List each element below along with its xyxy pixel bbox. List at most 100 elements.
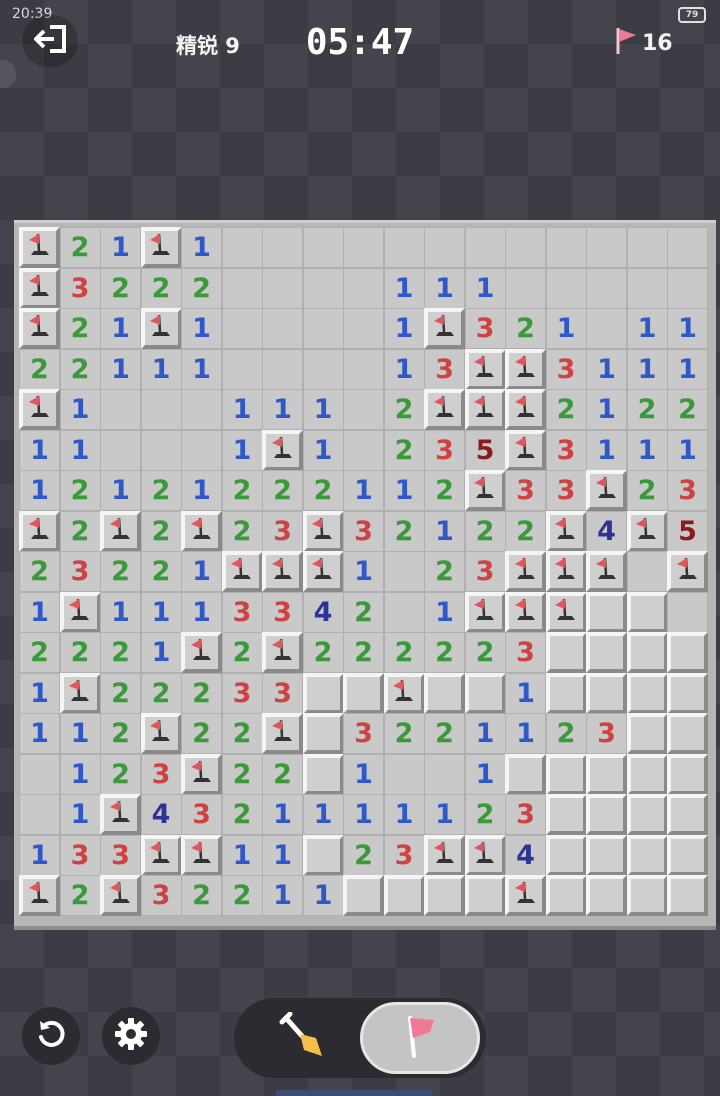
number-cell[interactable]: 3	[59, 267, 101, 309]
empty-cell[interactable]	[100, 429, 141, 471]
exit-button[interactable]	[22, 15, 78, 67]
number-cell[interactable]: 1	[19, 429, 60, 471]
number-cell[interactable]: 1	[667, 348, 708, 390]
empty-cell[interactable]	[505, 227, 546, 268]
number-cell[interactable]: 1	[424, 794, 465, 835]
number-cell[interactable]: 1	[19, 672, 60, 714]
flagged-cell[interactable]	[545, 510, 587, 552]
empty-cell[interactable]	[424, 753, 465, 795]
number-cell[interactable]: 1	[221, 429, 263, 471]
number-cell[interactable]: 1	[343, 794, 384, 835]
empty-cell[interactable]	[626, 551, 668, 592]
flagged-cell[interactable]	[262, 429, 303, 471]
number-cell[interactable]: 1	[424, 510, 465, 552]
number-cell[interactable]: 2	[464, 632, 506, 673]
unrevealed-cell[interactable]	[302, 834, 344, 876]
number-cell[interactable]: 3	[262, 591, 303, 633]
flagged-cell[interactable]	[545, 591, 587, 633]
flagged-cell[interactable]	[383, 672, 425, 714]
number-cell[interactable]: 1	[302, 389, 344, 430]
unrevealed-cell[interactable]	[626, 753, 668, 795]
number-cell[interactable]: 2	[221, 753, 263, 795]
number-cell[interactable]: 3	[667, 470, 708, 511]
number-cell[interactable]: 3	[505, 632, 546, 673]
number-cell[interactable]: 1	[100, 470, 141, 511]
number-cell[interactable]: 2	[181, 875, 222, 916]
number-cell[interactable]: 3	[505, 794, 546, 835]
number-cell[interactable]: 1	[181, 551, 222, 592]
flagged-cell[interactable]	[140, 227, 182, 268]
flagged-cell[interactable]	[262, 551, 303, 592]
number-cell[interactable]: 2	[100, 551, 141, 592]
number-cell[interactable]: 2	[505, 308, 546, 349]
empty-cell[interactable]	[343, 267, 384, 309]
number-cell[interactable]: 1	[383, 348, 425, 390]
number-cell[interactable]: 3	[140, 753, 182, 795]
number-cell[interactable]: 4	[140, 794, 182, 835]
empty-cell[interactable]	[626, 227, 668, 268]
number-cell[interactable]: 3	[59, 834, 101, 876]
number-cell[interactable]: 2	[383, 429, 425, 471]
unrevealed-cell[interactable]	[626, 672, 668, 714]
unrevealed-cell[interactable]	[586, 794, 627, 835]
flagged-cell[interactable]	[140, 834, 182, 876]
number-cell[interactable]: 1	[140, 591, 182, 633]
unrevealed-cell[interactable]	[302, 713, 344, 754]
number-cell[interactable]: 1	[19, 834, 60, 876]
unrevealed-cell[interactable]	[545, 753, 587, 795]
number-cell[interactable]: 2	[302, 470, 344, 511]
number-cell[interactable]: 1	[343, 470, 384, 511]
empty-cell[interactable]	[140, 429, 182, 471]
number-cell[interactable]: 2	[140, 470, 182, 511]
number-cell[interactable]: 1	[140, 632, 182, 673]
number-cell[interactable]: 3	[424, 429, 465, 471]
number-cell[interactable]: 2	[100, 713, 141, 754]
flagged-cell[interactable]	[505, 551, 546, 592]
empty-cell[interactable]	[140, 389, 182, 430]
number-cell[interactable]: 3	[221, 591, 263, 633]
number-cell[interactable]: 3	[262, 510, 303, 552]
flagged-cell[interactable]	[181, 632, 222, 673]
number-cell[interactable]: 2	[100, 753, 141, 795]
number-cell[interactable]: 1	[505, 713, 546, 754]
empty-cell[interactable]	[586, 308, 627, 349]
empty-cell[interactable]	[545, 267, 587, 309]
flagged-cell[interactable]	[140, 308, 182, 349]
number-cell[interactable]: 3	[545, 348, 587, 390]
number-cell[interactable]: 2	[221, 510, 263, 552]
number-cell[interactable]: 5	[667, 510, 708, 552]
empty-cell[interactable]	[626, 267, 668, 309]
number-cell[interactable]: 1	[586, 389, 627, 430]
unrevealed-cell[interactable]	[586, 672, 627, 714]
number-cell[interactable]: 1	[59, 389, 101, 430]
number-cell[interactable]: 1	[667, 308, 708, 349]
flagged-cell[interactable]	[59, 591, 101, 633]
number-cell[interactable]: 2	[59, 308, 101, 349]
number-cell[interactable]: 3	[100, 834, 141, 876]
unrevealed-cell[interactable]	[586, 591, 627, 633]
empty-cell[interactable]	[19, 753, 60, 795]
flagged-cell[interactable]	[221, 551, 263, 592]
flagged-cell[interactable]	[19, 227, 60, 268]
empty-cell[interactable]	[343, 389, 384, 430]
unrevealed-cell[interactable]	[424, 672, 465, 714]
flagged-cell[interactable]	[505, 429, 546, 471]
unrevealed-cell[interactable]	[545, 794, 587, 835]
number-cell[interactable]: 2	[140, 510, 182, 552]
number-cell[interactable]: 1	[302, 429, 344, 471]
empty-cell[interactable]	[262, 267, 303, 309]
number-cell[interactable]: 2	[424, 470, 465, 511]
flagged-cell[interactable]	[302, 551, 344, 592]
empty-cell[interactable]	[586, 267, 627, 309]
number-cell[interactable]: 3	[181, 794, 222, 835]
flagged-cell[interactable]	[19, 308, 60, 349]
flagged-cell[interactable]	[464, 591, 506, 633]
empty-cell[interactable]	[302, 267, 344, 309]
empty-cell[interactable]	[424, 227, 465, 268]
flagged-cell[interactable]	[262, 713, 303, 754]
number-cell[interactable]: 1	[59, 429, 101, 471]
unrevealed-cell[interactable]	[626, 875, 668, 916]
number-cell[interactable]: 2	[383, 389, 425, 430]
number-cell[interactable]: 2	[59, 227, 101, 268]
empty-cell[interactable]	[302, 308, 344, 349]
